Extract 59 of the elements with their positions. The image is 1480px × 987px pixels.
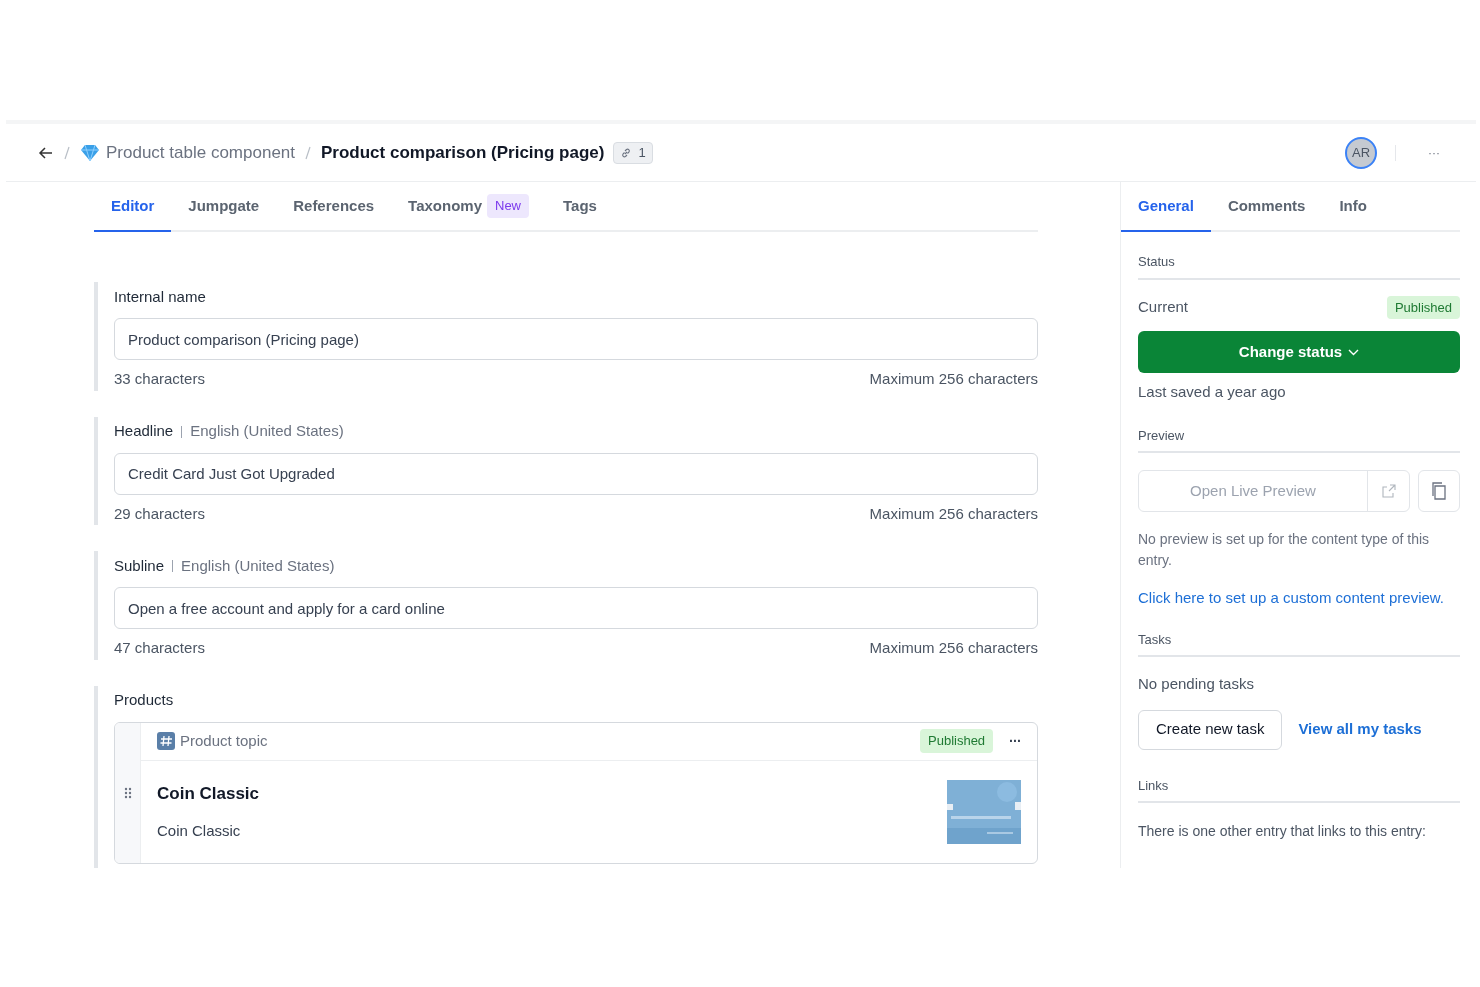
character-count: 33 characters: [114, 369, 205, 389]
text-input[interactable]: Credit Card Just Got Upgraded: [114, 452, 1038, 495]
section-heading: Status: [1138, 252, 1460, 280]
tab[interactable]: General: [1121, 182, 1211, 232]
field-label: Headline: [114, 421, 174, 442]
field-label: Products: [114, 690, 175, 711]
separator-icon: [64, 145, 70, 160]
section-heading: Tasks: [1138, 629, 1460, 657]
separator-icon: [305, 145, 311, 160]
status-badge: Published: [1386, 295, 1460, 319]
tab[interactable]: Comments: [1210, 182, 1323, 232]
max-length-note: Maximum 256 characters: [869, 369, 1038, 389]
entry-title: Product comparison (Pricing page): [321, 141, 605, 164]
create-task-button[interactable]: Create new task: [1138, 709, 1283, 750]
hash-icon: [157, 732, 175, 750]
tab[interactable]: Jumpgate: [171, 182, 277, 232]
tab[interactable]: Editor: [94, 182, 172, 232]
character-count: 29 characters: [114, 503, 205, 524]
field-label: Internal name: [114, 286, 206, 307]
view-tasks-link[interactable]: View all my tasks: [1298, 718, 1422, 741]
entry-subtitle: Coin Classic: [157, 821, 242, 841]
breadcrumb-link[interactable]: Product table component: [106, 139, 295, 166]
tab[interactable]: Info: [1322, 182, 1384, 232]
content-type-label: Product topic: [180, 730, 268, 751]
external-link-icon: [1381, 484, 1396, 498]
field-label: Subline: [114, 555, 165, 576]
tab[interactable]: Tags: [546, 182, 614, 232]
section-heading: Links: [1138, 775, 1460, 803]
status-badge: Published: [920, 729, 994, 753]
drag-handle-icon[interactable]: [123, 786, 132, 799]
copy-icon: [1431, 482, 1447, 500]
new-badge: New: [487, 194, 529, 218]
chevron-down-icon: [1348, 348, 1360, 356]
custom-preview-link[interactable]: Click here to set up a custom content preview.: [1138, 587, 1460, 610]
preview-note: No preview is set up for the content type of this entry.: [1138, 530, 1431, 570]
link-count-badge[interactable]: 1: [613, 141, 653, 164]
empty-tasks-text: No pending tasks: [1138, 674, 1255, 694]
current-label: Current: [1138, 297, 1189, 317]
character-count: 47 characters: [114, 638, 205, 658]
copy-button[interactable]: [1418, 470, 1460, 512]
link-icon: [620, 146, 633, 159]
avatar[interactable]: AR: [1345, 136, 1377, 169]
max-length-note: Maximum 256 characters: [869, 638, 1038, 658]
tab[interactable]: References: [276, 182, 392, 232]
entry-title: Coin Classic: [157, 782, 261, 805]
section-heading: Preview: [1138, 425, 1460, 453]
tab[interactable]: Taxonomy New: [391, 182, 546, 232]
text-input[interactable]: Open a free account and apply for a card online: [114, 587, 1038, 629]
locale-label: English (United States): [181, 555, 335, 576]
locale-label: English (United States): [190, 421, 344, 442]
text-input[interactable]: Product comparison (Pricing page): [114, 318, 1038, 360]
last-saved-text: Last saved a year ago: [1138, 382, 1287, 402]
more-button[interactable]: ···: [1009, 730, 1021, 752]
max-length-note: Maximum 256 characters: [869, 503, 1038, 524]
back-icon[interactable]: [38, 144, 54, 161]
change-status-button[interactable]: Change status: [1138, 331, 1460, 373]
more-button[interactable]: ···: [1428, 143, 1440, 162]
diamond-icon: [80, 143, 100, 162]
links-text: There is one other entry that links to this entry:: [1138, 822, 1427, 841]
